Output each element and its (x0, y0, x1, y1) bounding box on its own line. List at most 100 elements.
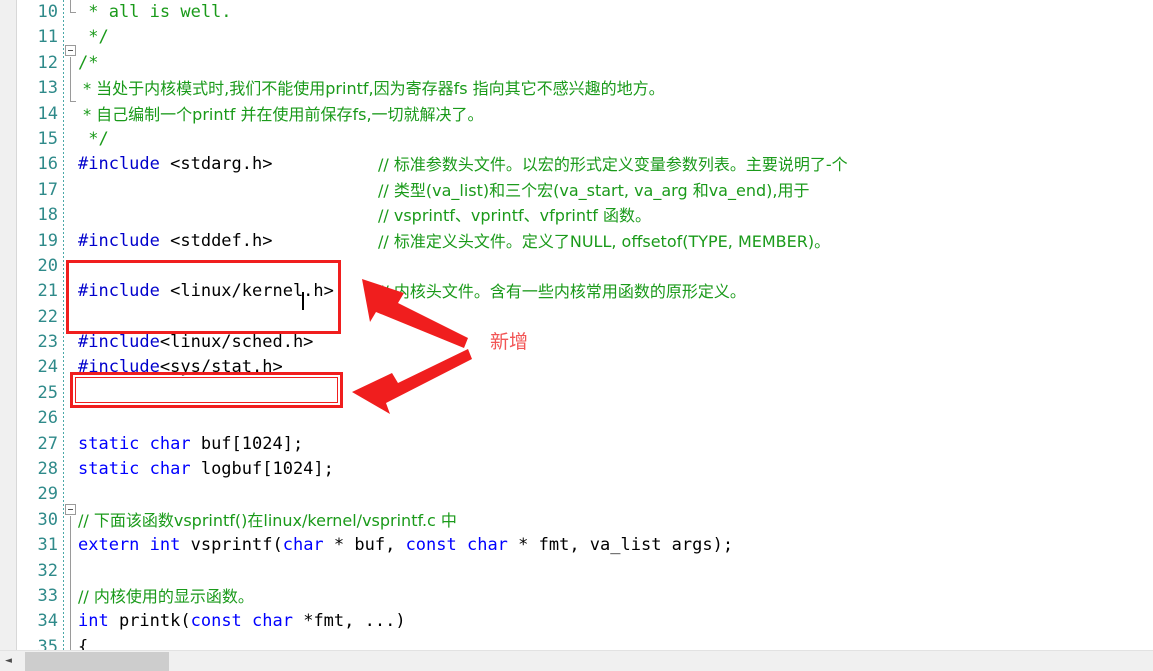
code-line[interactable]: 20 (18, 254, 1153, 279)
code-token: // 下面该函数vsprintf()在linux/kernel/vsprintf… (78, 510, 457, 530)
code-token: buf[1024]; (190, 433, 304, 454)
code-token: static char (78, 459, 191, 480)
trailing-comment: // 内核头文件。含有一些内核常用函数的原形定义。 (378, 282, 746, 302)
code-editing-surface[interactable]: 10 * all is well. 11 */12/* 13 * 当处于内核模式时,… (18, 0, 1153, 650)
line-number: 10 (37, 2, 58, 22)
line-number: 24 (37, 357, 58, 378)
line-number: 11 (37, 27, 58, 48)
code-line[interactable]: 14 * 自己编制一个printf 并在使用前保存fs,一切就解决了。 (18, 102, 1153, 127)
code-line[interactable]: 33 // 内核使用的显示函数。 (18, 584, 1153, 609)
trailing-comment: // 标准参数头文件。以宏的形式定义变量参数列表。主要说明了-个 (378, 155, 848, 175)
line-number: 29 (37, 484, 58, 505)
code-line[interactable]: 12 /* (18, 51, 1153, 76)
code-line[interactable]: 13 * 当处于内核模式时,我们不能使用printf,因为寄存器fs 指向其它不… (18, 76, 1153, 101)
code-token: * buf, (323, 535, 406, 556)
line-number: 21 (37, 281, 58, 302)
line-number: 20 (37, 255, 58, 276)
code-token: #include (78, 357, 160, 378)
code-line[interactable]: 15 */ (18, 127, 1153, 152)
code-token: extern int (78, 535, 181, 556)
code-token: <linux/sched.h> (159, 332, 314, 353)
line-number: 27 (37, 433, 58, 454)
code-token: * 自己编制一个printf 并在使用前保存fs,一切就解决了。 (78, 104, 484, 124)
left-arrow-glyph: ◄ (5, 655, 12, 666)
code-token: <stddef.h> (159, 230, 273, 251)
code-token: *fmt, ...) (292, 611, 406, 632)
code-token: #include (78, 281, 160, 302)
code-line-text: */ (78, 127, 109, 152)
line-number: 25 (37, 382, 58, 403)
line-number: 22 (37, 306, 58, 327)
code-line-text: * all is well. (78, 0, 232, 25)
scroll-left-arrow-icon[interactable]: ◄ (0, 651, 17, 671)
code-line[interactable]: 29 (18, 482, 1153, 507)
code-line[interactable]: 32 (18, 559, 1153, 584)
line-number: 35 (37, 636, 58, 650)
code-token: #include (78, 332, 160, 353)
code-line-text: /* (78, 51, 98, 76)
code-token: */ (78, 27, 109, 48)
code-line[interactable]: 25 (18, 381, 1153, 406)
code-token: vsprintf( (180, 535, 283, 556)
text-cursor (302, 292, 304, 310)
code-token: /* (78, 52, 99, 73)
line-number: 18 (37, 205, 58, 226)
code-token: <linux/kernel.h> (159, 281, 334, 302)
horizontal-scrollbar-thumb[interactable] (25, 652, 169, 671)
code-line-text: #include<linux/sched.h> (78, 330, 313, 355)
line-number: 32 (37, 560, 58, 581)
code-line-text: * 当处于内核模式时,我们不能使用printf,因为寄存器fs 指向其它不感兴趣… (78, 76, 665, 102)
horizontal-scrollbar-track[interactable] (17, 651, 1153, 671)
code-line[interactable]: 26 (18, 406, 1153, 431)
code-line[interactable]: 23 #include<linux/sched.h> (18, 330, 1153, 355)
code-line[interactable]: 11 */ (18, 25, 1153, 50)
code-line[interactable]: 16 #include <stdarg.h> // 标准参数头文件。以宏的形式定义变… (18, 152, 1153, 177)
editor-window: 10 * all is well. 11 */12/* 13 * 当处于内核模式时,… (0, 0, 1153, 671)
code-token: char (282, 535, 324, 556)
code-line[interactable]: 22 (18, 305, 1153, 330)
code-line-text: #include <linux/kernel.h> (78, 279, 334, 304)
code-line[interactable]: 31 extern int vsprintf(char * buf, const … (18, 533, 1153, 558)
line-number: 23 (37, 332, 58, 353)
code-line-text: // 内核使用的显示函数。 (78, 584, 254, 610)
code-token: #include (78, 230, 160, 251)
line-number: 14 (37, 103, 58, 124)
code-token: const char (190, 611, 293, 632)
code-line[interactable]: 35 { (18, 635, 1153, 650)
code-token: printk( (108, 611, 191, 632)
code-line[interactable]: 10 * all is well. (18, 0, 1153, 25)
line-number: 26 (37, 408, 58, 429)
code-token: // 内核使用的显示函数。 (78, 586, 254, 606)
code-token: * all is well. (78, 2, 232, 22)
code-line[interactable]: 21 #include <linux/kernel.h> // 内核头文件。含有一些… (18, 279, 1153, 304)
code-line-text: #include <stdarg.h> (78, 152, 272, 177)
code-line[interactable]: 24 #include<sys/stat.h> (18, 355, 1153, 380)
code-token: static char (78, 433, 191, 454)
code-token: <stdarg.h> (159, 154, 273, 175)
code-token: */ (78, 128, 109, 149)
code-line[interactable]: 30 // 下面该函数vsprintf()在linux/kernel/vsprin… (18, 508, 1153, 533)
code-line-text: #include <stddef.h> (78, 229, 272, 254)
code-line-text: extern int vsprintf(char * buf, const ch… (78, 533, 733, 558)
code-token: #include (78, 154, 160, 175)
horizontal-scrollbar[interactable]: ◄ (0, 650, 1153, 671)
code-line-text: // 下面该函数vsprintf()在linux/kernel/vsprintf… (78, 508, 457, 534)
code-line[interactable]: 18 // vsprintf、vprintf、vfprintf 函数。 (18, 203, 1153, 228)
code-token: logbuf[1024]; (190, 459, 334, 480)
code-line-text: { (78, 635, 88, 650)
line-number: 16 (37, 154, 58, 175)
code-line[interactable]: 28 static char logbuf[1024]; (18, 457, 1153, 482)
line-number: 15 (37, 128, 58, 149)
code-line-text: int printk(const char *fmt, ...) (78, 609, 406, 634)
code-line[interactable]: 27 static char buf[1024]; (18, 432, 1153, 457)
line-number: 34 (37, 611, 58, 632)
line-number: 28 (37, 459, 58, 480)
code-line[interactable]: 34 int printk(const char *fmt, ...) (18, 609, 1153, 634)
trailing-comment: // 类型(va_list)和三个宏(va_start, va_arg 和va_… (378, 180, 810, 200)
code-token: const char (405, 535, 508, 556)
line-number: 19 (37, 230, 58, 251)
line-number: 17 (37, 179, 58, 200)
code-token: * 当处于内核模式时,我们不能使用printf,因为寄存器fs 指向其它不感兴趣… (78, 79, 665, 99)
code-line[interactable]: 17 // 类型(va_list)和三个宏(va_start, va_arg 和v… (18, 178, 1153, 203)
code-line[interactable]: 19 #include <stddef.h> // 标准定义头文件。定义了NULL,… (18, 229, 1153, 254)
